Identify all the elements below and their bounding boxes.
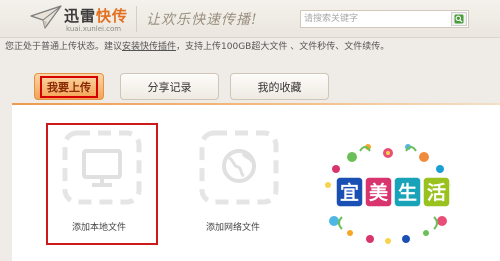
globe-icon bbox=[222, 149, 256, 183]
tab-share-history[interactable]: 分享记录 bbox=[120, 73, 219, 100]
header: 迅雷快传 kuai.xunlei.com 让欢乐快速传播! bbox=[0, 0, 500, 38]
brand-accent: 快传 bbox=[96, 7, 129, 25]
promo-banner[interactable]: 宜 美 生 活 bbox=[290, 137, 487, 245]
add-network-file-button[interactable] bbox=[199, 130, 279, 205]
search-button[interactable] bbox=[451, 12, 467, 26]
add-local-file-label[interactable]: 添加本地文件 bbox=[72, 220, 126, 233]
search-icon bbox=[454, 14, 464, 24]
upload-status-info: 您正处于普通上传状态。建议安装快传插件，支持上传100GB超大文件 、文件秒传、… bbox=[5, 41, 389, 53]
add-network-file-label[interactable]: 添加网络文件 bbox=[206, 220, 260, 233]
header-divider bbox=[136, 6, 137, 32]
promo-letter: 活 bbox=[427, 181, 446, 204]
promo-letter: 美 bbox=[369, 181, 389, 204]
install-plugin-link[interactable]: 安装快传插件 bbox=[122, 42, 176, 52]
brand-url: kuai.xunlei.com bbox=[66, 25, 122, 33]
info-suffix: ，支持上传100GB超大文件 、文件秒传、文件续传。 bbox=[176, 42, 390, 52]
promo-letter: 生 bbox=[398, 181, 417, 204]
brand-main: 迅雷 bbox=[64, 7, 97, 25]
info-prefix: 您正处于普通上传状态。建议 bbox=[5, 42, 123, 52]
promo-letter: 宜 bbox=[340, 181, 359, 204]
tab-upload[interactable]: 我要上传 bbox=[34, 73, 104, 100]
search-box bbox=[300, 10, 469, 28]
search-input[interactable] bbox=[304, 12, 444, 26]
tab-favorites[interactable]: 我的收藏 bbox=[230, 73, 329, 100]
slogan: 让欢乐快速传播! bbox=[146, 12, 258, 28]
brand-logo[interactable]: 迅雷快传 bbox=[64, 5, 128, 26]
add-local-file-button[interactable] bbox=[62, 130, 142, 205]
promo-illustration: 宜 美 生 活 bbox=[325, 144, 451, 244]
monitor-icon bbox=[82, 149, 122, 187]
promo-text: 宜 美 生 活 bbox=[335, 176, 451, 208]
paper-plane-icon bbox=[30, 5, 62, 29]
